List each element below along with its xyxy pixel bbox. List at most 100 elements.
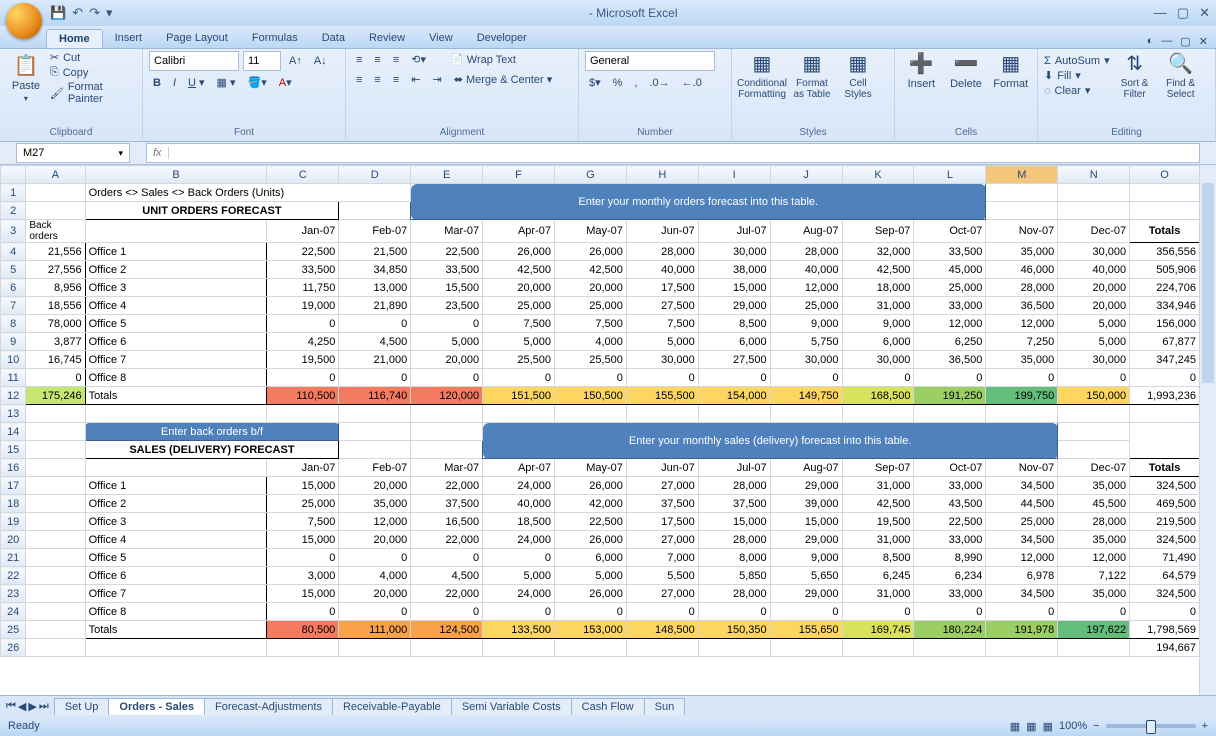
- cell[interactable]: [26, 531, 85, 549]
- cell[interactable]: 6,978: [986, 567, 1058, 585]
- sort-filter-button[interactable]: ⇅Sort & Filter: [1114, 51, 1156, 100]
- cell[interactable]: 334,946: [1130, 297, 1200, 315]
- close-icon[interactable]: ✕: [1199, 5, 1210, 21]
- doc-minimize-icon[interactable]: —: [1161, 35, 1172, 48]
- select-all[interactable]: [1, 166, 26, 184]
- cell[interactable]: 4,000: [554, 333, 626, 351]
- cell[interactable]: 469,500: [1130, 495, 1200, 513]
- increase-decimal-icon[interactable]: .0→: [645, 75, 673, 91]
- cell[interactable]: [1058, 423, 1130, 441]
- cell[interactable]: 33,000: [914, 531, 986, 549]
- border-button[interactable]: ▦ ▾: [213, 74, 240, 91]
- cell[interactable]: [26, 459, 85, 477]
- cell[interactable]: 356,556: [1130, 243, 1200, 261]
- row-header[interactable]: 8: [1, 315, 26, 333]
- zoom-slider[interactable]: [1106, 724, 1196, 728]
- cell[interactable]: 20,000: [339, 585, 411, 603]
- cell[interactable]: 7,000: [626, 549, 698, 567]
- cell[interactable]: Office 3: [85, 279, 267, 297]
- cell[interactable]: 15,000: [698, 513, 770, 531]
- cell[interactable]: 31,000: [842, 531, 914, 549]
- cell[interactable]: 0: [483, 369, 555, 387]
- underline-button[interactable]: U ▾: [184, 74, 209, 91]
- cell[interactable]: 0: [339, 315, 411, 333]
- worksheet-grid[interactable]: ABCDEFGHIJKLMNO1Orders <> Sales <> Back …: [0, 165, 1216, 695]
- cell[interactable]: 34,500: [986, 585, 1058, 603]
- cell[interactable]: 35,000: [986, 243, 1058, 261]
- cell[interactable]: [1058, 441, 1130, 459]
- cell[interactable]: 27,500: [698, 351, 770, 369]
- cell[interactable]: 31,000: [842, 297, 914, 315]
- cell[interactable]: 26,000: [554, 477, 626, 495]
- cell[interactable]: 25,000: [483, 297, 555, 315]
- sheet-tab[interactable]: Receivable-Payable: [332, 698, 452, 715]
- cell[interactable]: 0: [483, 549, 555, 567]
- cell[interactable]: 40,000: [770, 261, 842, 279]
- cell[interactable]: 36,500: [986, 297, 1058, 315]
- cell[interactable]: 191,250: [914, 387, 986, 405]
- cell[interactable]: Oct-07: [914, 220, 986, 243]
- cell[interactable]: 21,500: [339, 243, 411, 261]
- cell[interactable]: 28,000: [626, 243, 698, 261]
- cell[interactable]: [986, 184, 1058, 202]
- cell[interactable]: 34,850: [339, 261, 411, 279]
- row-header[interactable]: 18: [1, 495, 26, 513]
- cell[interactable]: 29,000: [770, 531, 842, 549]
- cell[interactable]: 0: [339, 603, 411, 621]
- cell[interactable]: 22,000: [411, 477, 483, 495]
- cell[interactable]: Office 1: [85, 243, 267, 261]
- cell[interactable]: 168,500: [842, 387, 914, 405]
- cell[interactable]: [842, 405, 914, 423]
- cell[interactable]: [339, 202, 411, 220]
- cell[interactable]: 12,000: [914, 315, 986, 333]
- cell[interactable]: 22,500: [267, 243, 339, 261]
- cell[interactable]: 28,000: [770, 243, 842, 261]
- cell[interactable]: 40,000: [483, 495, 555, 513]
- tab-home[interactable]: Home: [46, 29, 103, 48]
- tab-view[interactable]: View: [417, 29, 465, 48]
- cell[interactable]: 5,000: [483, 567, 555, 585]
- cell[interactable]: [1130, 202, 1200, 220]
- redo-icon[interactable]: ↷: [89, 5, 100, 21]
- cell[interactable]: Office 2: [85, 495, 267, 513]
- office-button[interactable]: [6, 3, 42, 39]
- col-header[interactable]: O: [1130, 166, 1200, 184]
- fx-icon[interactable]: fx: [147, 147, 169, 159]
- save-icon[interactable]: 💾: [50, 5, 66, 21]
- cell[interactable]: 5,750: [770, 333, 842, 351]
- cell[interactable]: 0: [698, 603, 770, 621]
- insert-cells-button[interactable]: ➕Insert: [901, 51, 942, 90]
- cell[interactable]: 149,750: [770, 387, 842, 405]
- cell[interactable]: Totals: [85, 387, 267, 405]
- cell[interactable]: 5,000: [1058, 333, 1130, 351]
- cell[interactable]: 33,500: [914, 243, 986, 261]
- cell[interactable]: 155,500: [626, 387, 698, 405]
- cell[interactable]: 153,000: [554, 621, 626, 639]
- cell[interactable]: 324,500: [1130, 531, 1200, 549]
- cell[interactable]: 0: [626, 369, 698, 387]
- cell[interactable]: 0: [554, 369, 626, 387]
- fill-button[interactable]: ⬇Fill ▾: [1044, 69, 1110, 82]
- cell[interactable]: 150,000: [1058, 387, 1130, 405]
- cell[interactable]: 505,906: [1130, 261, 1200, 279]
- prev-sheet-icon[interactable]: ◀: [18, 700, 26, 713]
- cell[interactable]: 19,500: [842, 513, 914, 531]
- decrease-indent-icon[interactable]: ⇤: [407, 71, 424, 88]
- sheet-tab[interactable]: Sun: [644, 698, 686, 715]
- cell[interactable]: 0: [26, 369, 85, 387]
- cell[interactable]: 6,000: [842, 333, 914, 351]
- callout-backorders[interactable]: Enter back orders b/f: [85, 423, 339, 441]
- cell[interactable]: 9,000: [770, 315, 842, 333]
- cell[interactable]: 0: [770, 369, 842, 387]
- cell[interactable]: [267, 639, 339, 657]
- decrease-decimal-icon[interactable]: ←.0: [678, 75, 706, 91]
- row-header[interactable]: 11: [1, 369, 26, 387]
- cell[interactable]: 116,740: [339, 387, 411, 405]
- increase-indent-icon[interactable]: ⇥: [428, 71, 445, 88]
- cell[interactable]: 20,000: [1058, 279, 1130, 297]
- cell[interactable]: 12,000: [986, 315, 1058, 333]
- cell[interactable]: 8,500: [698, 315, 770, 333]
- cell[interactable]: 27,500: [626, 297, 698, 315]
- find-select-button[interactable]: 🔍Find & Select: [1160, 51, 1202, 100]
- cell[interactable]: 16,500: [411, 513, 483, 531]
